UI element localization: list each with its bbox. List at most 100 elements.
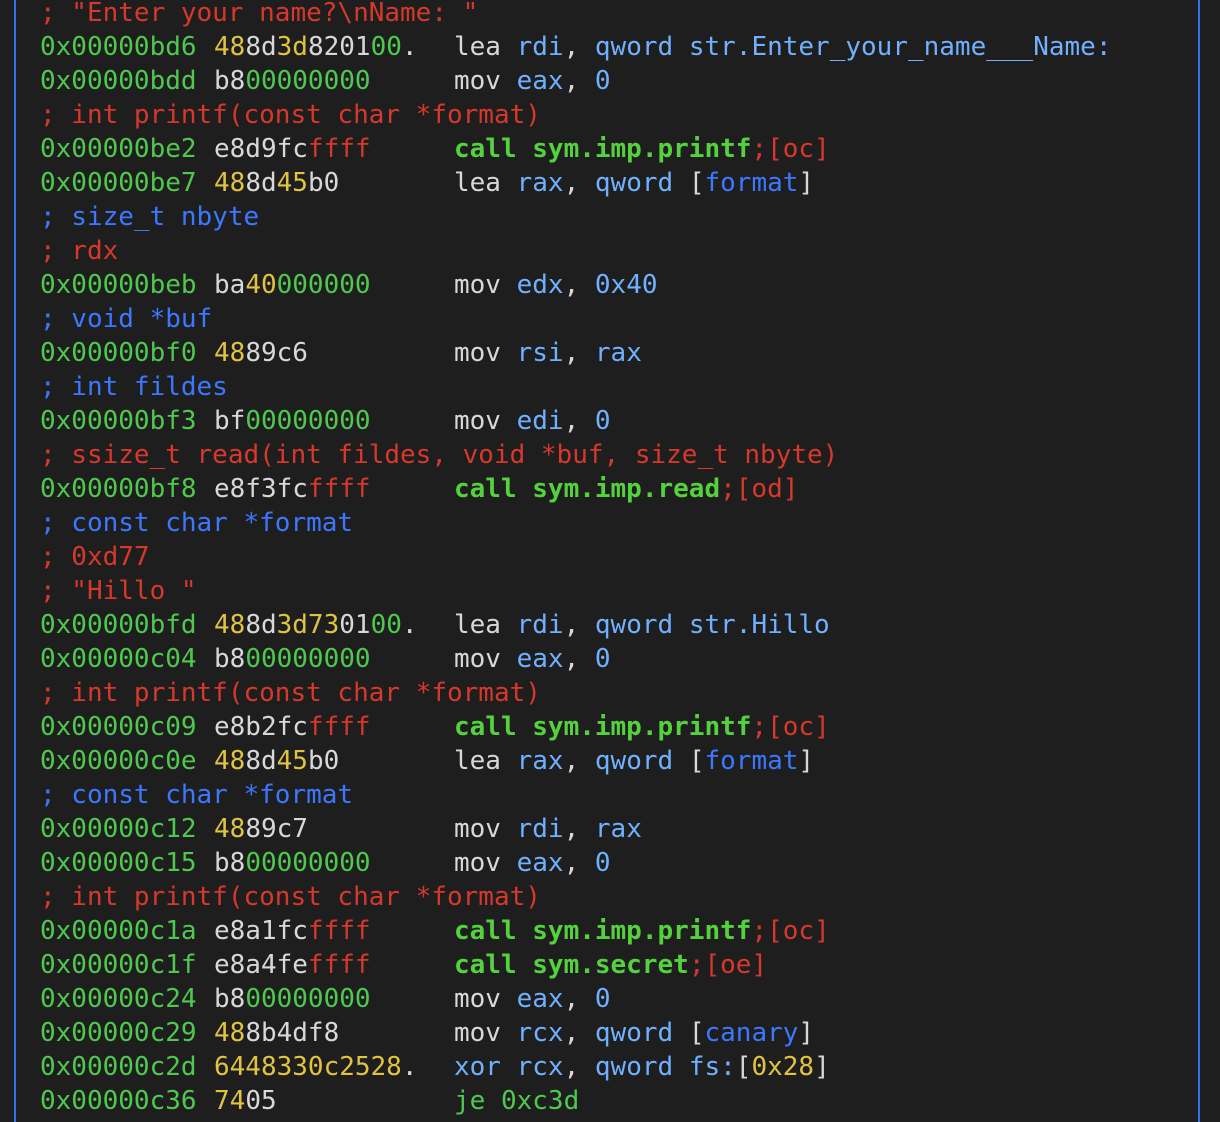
instruction: call sym.secret;[oe] <box>454 948 767 982</box>
address[interactable]: 0x00000bdd <box>40 66 197 96</box>
opcode-byte-segment: 00000000 <box>245 644 371 674</box>
opcode-byte-segment: 48 <box>214 168 246 198</box>
opcode-byte-segment: . <box>401 610 418 640</box>
instruction-line: 0x00000c2d 6448330c2528. xor rcx, qword fs… <box>40 1050 1190 1084</box>
instruction-token: mov <box>454 848 517 878</box>
opcode-byte-segment: 05 <box>245 1086 277 1116</box>
opcode-byte-segment: 8201 <box>307 32 371 62</box>
opcode-bytes: ba40000000 <box>214 268 371 302</box>
address[interactable]: 0x00000c24 <box>40 984 197 1014</box>
address[interactable]: 0x00000bd6 <box>40 32 197 62</box>
address[interactable]: 0x00000be2 <box>40 134 197 164</box>
address[interactable]: 0x00000bf3 <box>40 406 197 436</box>
address[interactable]: 0x00000be7 <box>40 168 197 198</box>
opcode-byte-segment: 00000000 <box>245 984 371 1014</box>
instruction-token: 0 <box>594 984 611 1014</box>
instruction: mov edi, 0 <box>454 404 611 438</box>
opcode-byte-segment: 8d <box>245 32 277 62</box>
instruction-token: qword <box>594 746 689 776</box>
instruction-token: 0x40 <box>594 270 658 300</box>
opcode-byte-segment: e8b2fc <box>214 712 308 742</box>
instruction-line: 0x00000c04 b800000000 mov eax, 0 <box>40 642 1190 676</box>
comment-text: ; 0xd77 <box>40 542 150 572</box>
instruction-token: format <box>704 746 799 776</box>
opcode-byte-segment: 6448330c2528 <box>214 1052 402 1082</box>
comment-text: ; const char *format <box>40 508 354 538</box>
address[interactable]: 0x00000c1a <box>40 916 197 946</box>
opcode-byte-segment: 00000000 <box>245 66 371 96</box>
comment-line: ; "Enter your name?\nName: " <box>40 0 1190 30</box>
opcode-byte-segment: 74 <box>214 1086 246 1116</box>
instruction-token: qword <box>594 1018 689 1048</box>
address[interactable]: 0x00000bf0 <box>40 338 197 368</box>
instruction-line: 0x00000c1f e8a4feffff call sym.secret;[oe] <box>40 948 1190 982</box>
instruction-line: 0x00000c24 b800000000 mov eax, 0 <box>40 982 1190 1016</box>
opcode-byte-segment: 00000000 <box>245 848 371 878</box>
instruction-token: rax <box>594 814 642 844</box>
comment-line: ; int printf(const char *format) <box>40 880 1190 914</box>
instruction-token: xor <box>454 1052 517 1082</box>
instruction-line: 0x00000bfd 488d3d730100. lea rdi, qword st… <box>40 608 1190 642</box>
opcode-byte-segment: 40 <box>245 270 277 300</box>
opcode-byte-segment: 48 <box>214 610 246 640</box>
instruction-token: format <box>704 168 799 198</box>
instruction-token: qword <box>594 32 689 62</box>
instruction-token: ] <box>798 1018 815 1048</box>
address[interactable]: 0x00000c09 <box>40 712 197 742</box>
disassembly-block: ; "Enter your name?\nName: " 0x00000bd6 48… <box>40 0 1190 1118</box>
comment-text: ; "Hillo " <box>40 576 197 606</box>
instruction-token: 0 <box>594 644 611 674</box>
instruction-token: rsi <box>516 338 564 368</box>
instruction-token: call sym.imp.printf <box>454 712 752 742</box>
instruction: mov eax, 0 <box>454 846 611 880</box>
opcode-byte-segment: 8d <box>245 746 277 776</box>
instruction-token: , <box>563 168 595 198</box>
instruction-token: rax <box>516 168 564 198</box>
address[interactable]: 0x00000c36 <box>40 1086 197 1116</box>
instruction-token: , <box>563 1052 595 1082</box>
address[interactable]: 0x00000c1f <box>40 950 197 980</box>
instruction-token: [ <box>688 746 705 776</box>
instruction-token: 0 <box>594 66 611 96</box>
address[interactable]: 0x00000c2d <box>40 1052 197 1082</box>
opcode-bytes: b800000000 <box>214 64 371 98</box>
opcode-byte-segment: e8a1fc <box>214 916 308 946</box>
instruction-token: 0 <box>594 848 611 878</box>
comment-text: ; const char *format <box>40 780 354 810</box>
opcode-byte-segment: ffff <box>307 712 371 742</box>
instruction-token: eax <box>516 66 564 96</box>
comment-line: ; ssize_t read(int fildes, void *buf, si… <box>40 438 1190 472</box>
opcode-byte-segment: 48 <box>214 814 246 844</box>
instruction-line: 0x00000be2 e8d9fcffff call sym.imp.printf;… <box>40 132 1190 166</box>
opcode-bytes: e8d9fcffff <box>214 132 371 166</box>
address[interactable]: 0x00000c15 <box>40 848 197 878</box>
opcode-bytes: 488d3d820100. <box>214 30 418 64</box>
instruction-token: eax <box>516 984 564 1014</box>
instruction-line: 0x00000c12 4889c7 mov rdi, rax <box>40 812 1190 846</box>
instruction-token: , <box>563 270 595 300</box>
address[interactable]: 0x00000c29 <box>40 1018 197 1048</box>
comment-line: ; rdx <box>40 234 1190 268</box>
instruction-token: ;[oc] <box>751 712 830 742</box>
opcode-byte-segment: ffff <box>307 916 371 946</box>
block-border-left <box>14 0 16 1122</box>
instruction-token: eax <box>516 644 564 674</box>
opcode-byte-segment: 01 <box>339 610 371 640</box>
address[interactable]: 0x00000c0e <box>40 746 197 776</box>
instruction-token: rdi <box>516 610 564 640</box>
instruction-token: call sym.imp.printf <box>454 134 752 164</box>
address[interactable]: 0x00000c04 <box>40 644 197 674</box>
address[interactable]: 0x00000beb <box>40 270 197 300</box>
instruction: lea rax, qword [format] <box>454 166 814 200</box>
opcode-byte-segment: 45 <box>276 168 308 198</box>
instruction-token: 0x28 <box>751 1052 815 1082</box>
address[interactable]: 0x00000c12 <box>40 814 197 844</box>
address[interactable]: 0x00000bf8 <box>40 474 197 504</box>
instruction-token: str.Hillo <box>688 610 830 640</box>
instruction-line: 0x00000bf3 bf00000000 mov edi, 0 <box>40 404 1190 438</box>
address[interactable]: 0x00000bfd <box>40 610 197 640</box>
instruction-token: [ <box>688 168 705 198</box>
instruction: call sym.imp.printf;[oc] <box>454 914 830 948</box>
instruction-token: rdi <box>516 32 564 62</box>
opcode-byte-segment: 000000 <box>276 270 371 300</box>
